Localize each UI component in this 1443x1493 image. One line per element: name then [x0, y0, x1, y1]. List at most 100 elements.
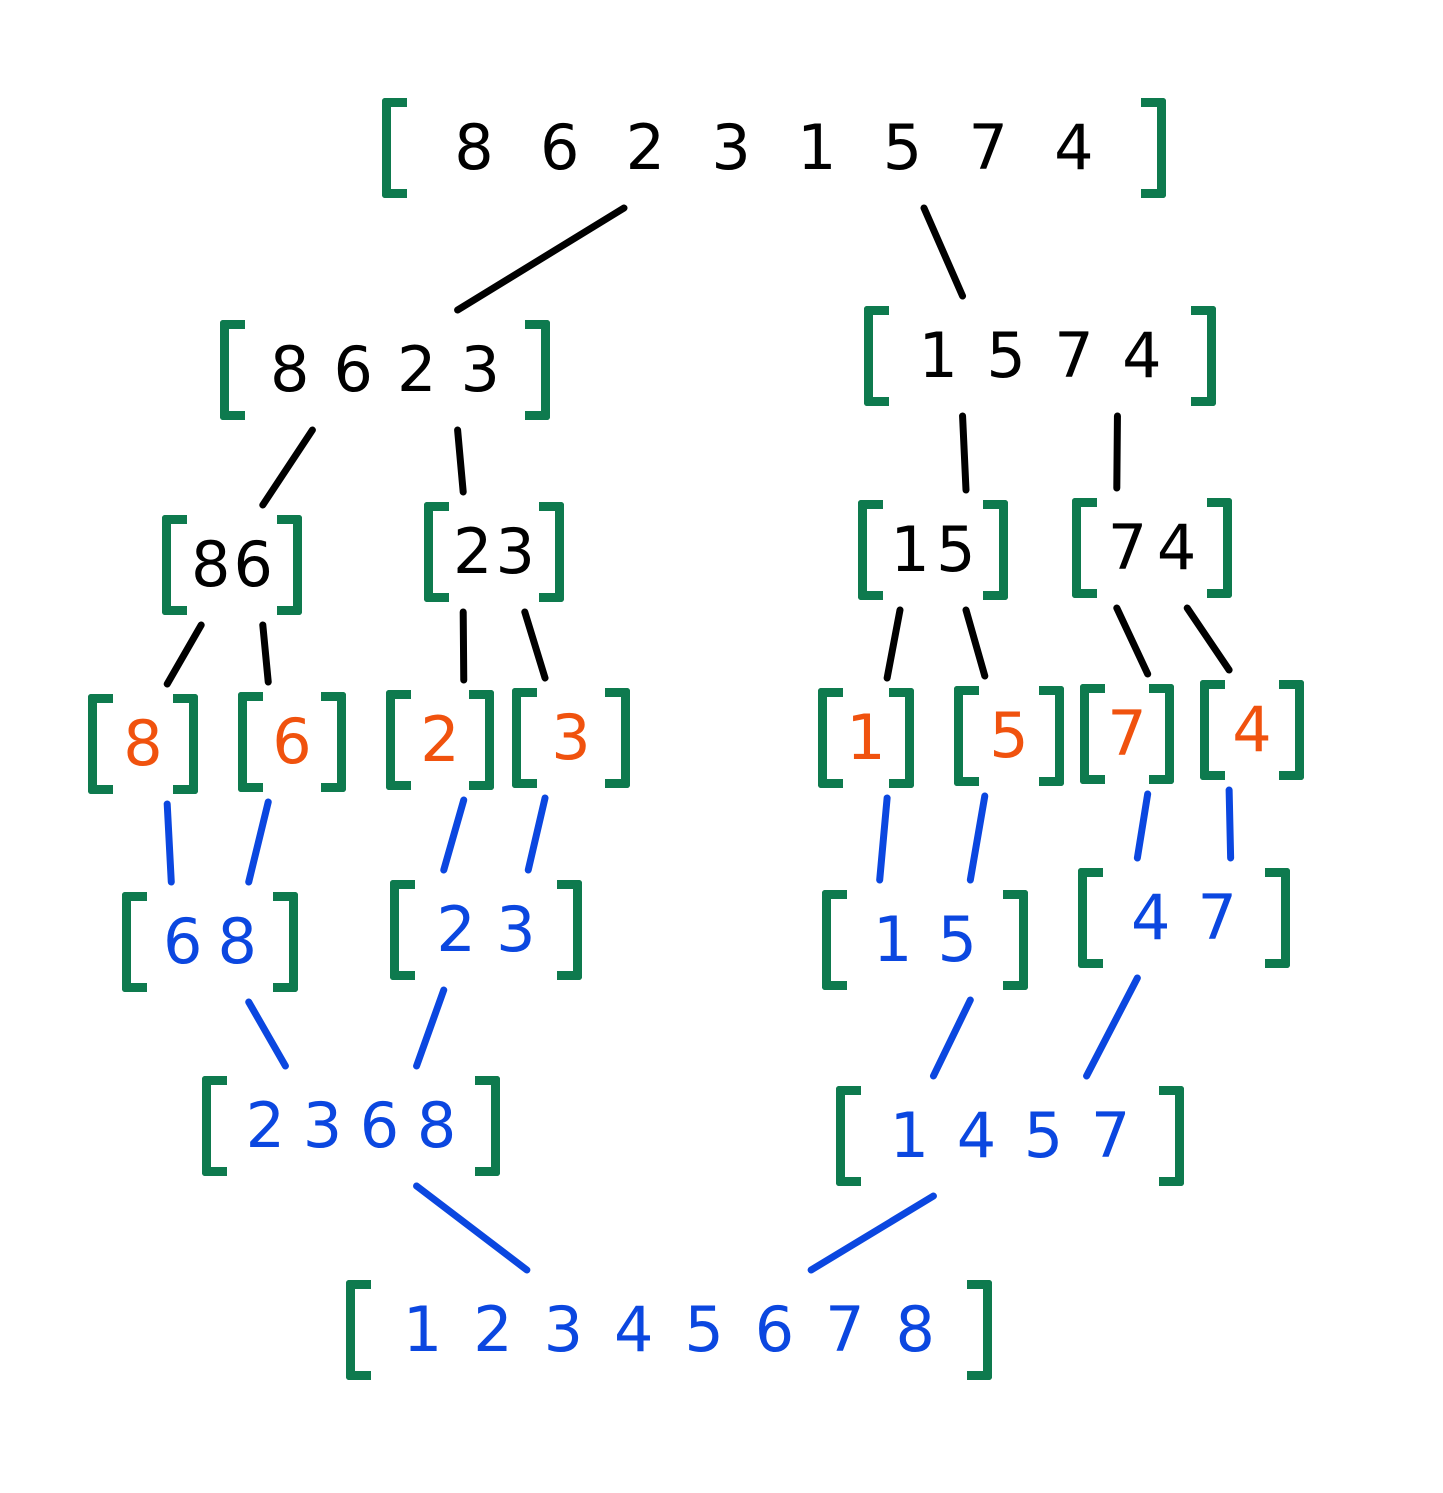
array-value: 6 — [233, 528, 273, 601]
array-value: 2 — [245, 1089, 286, 1162]
array-value: 5 — [936, 513, 976, 586]
right-bracket — [1039, 686, 1064, 786]
left-bracket — [162, 515, 187, 615]
array-value: 2 — [625, 111, 666, 184]
array-value: 2 — [397, 333, 437, 406]
edge-merge-2368-to-result — [413, 1182, 531, 1274]
left-bracket — [386, 690, 411, 790]
left-bracket — [512, 688, 537, 788]
array-values: 2368 — [202, 1095, 500, 1157]
edge-root-to-split-r — [920, 204, 967, 300]
left-bracket — [122, 892, 147, 992]
right-bracket — [277, 515, 302, 615]
array-value: 2 — [453, 515, 493, 588]
array-node-merge-23: 23 — [390, 880, 582, 980]
array-value: 7 — [1054, 319, 1094, 392]
array-value: 6 — [163, 905, 203, 978]
right-bracket — [1207, 498, 1232, 598]
array-node-leaf-4: 4 — [1200, 680, 1304, 780]
array-node-leaf-1: 1 — [818, 688, 914, 788]
array-value: 2 — [436, 893, 476, 966]
merge-sort-diagram: 8623157486231574862315748623157468231547… — [0, 0, 1443, 1493]
array-value: 4 — [614, 1293, 654, 1366]
left-bracket — [346, 1280, 371, 1380]
right-bracket — [321, 692, 346, 792]
array-node-merge-1457: 1457 — [836, 1086, 1184, 1186]
array-value: 5 — [882, 111, 923, 184]
array-value: 3 — [543, 1293, 584, 1366]
edge-split-rl-to-leaf-5 — [962, 606, 989, 680]
array-node-split-ll: 86 — [162, 515, 302, 615]
edge-split-rl-to-leaf-1 — [883, 606, 904, 682]
right-bracket — [1159, 1086, 1184, 1186]
array-value: 5 — [1023, 1099, 1064, 1172]
right-bracket — [557, 880, 582, 980]
array-node-split-lr: 23 — [424, 502, 564, 602]
left-bracket — [390, 880, 415, 980]
right-bracket — [525, 320, 550, 420]
array-value: 1 — [889, 1099, 930, 1172]
array-value: 4 — [956, 1099, 997, 1172]
right-bracket — [539, 502, 564, 602]
array-value: 7 — [825, 1293, 865, 1366]
array-value: 1 — [918, 319, 958, 392]
array-values: 1574 — [864, 325, 1216, 387]
left-bracket — [818, 688, 843, 788]
array-value: 3 — [496, 893, 536, 966]
edge-merge-1457-to-result — [807, 1192, 937, 1274]
edge-leaf-1-to-merge-15 — [876, 794, 891, 884]
edge-root-to-split-l — [454, 204, 628, 314]
array-value: 6 — [359, 1089, 400, 1162]
array-node-split-rl: 15 — [858, 500, 1008, 600]
left-bracket — [238, 692, 263, 792]
edge-leaf-3-to-merge-23 — [524, 794, 549, 874]
left-bracket — [836, 1086, 861, 1186]
edge-leaf-4-to-merge-47 — [1225, 786, 1235, 862]
array-value: 4 — [1131, 881, 1171, 954]
array-node-leaf-7: 7 — [1080, 684, 1174, 784]
right-bracket — [1003, 890, 1028, 990]
edge-split-ll-to-leaf-6 — [259, 621, 272, 686]
edge-split-l-to-split-ll — [259, 426, 316, 509]
array-node-merge-2368: 2368 — [202, 1076, 500, 1176]
right-bracket — [273, 892, 298, 992]
edge-split-r-to-split-rl — [959, 412, 970, 494]
edge-leaf-2-to-merge-23 — [440, 796, 468, 874]
edge-leaf-5-to-merge-15 — [966, 792, 989, 884]
left-bracket — [1080, 684, 1105, 784]
left-bracket — [202, 1076, 227, 1176]
right-bracket — [967, 1280, 992, 1380]
left-bracket — [88, 694, 113, 794]
array-value: 1 — [846, 701, 886, 774]
array-value: 6 — [754, 1293, 795, 1366]
array-value: 1 — [402, 1293, 443, 1366]
array-value: 6 — [333, 333, 373, 406]
left-bracket — [424, 502, 449, 602]
left-bracket — [858, 500, 883, 600]
left-bracket — [1200, 680, 1225, 780]
array-values: 23 — [390, 899, 582, 961]
array-value: 3 — [302, 1089, 343, 1162]
array-values: 1457 — [836, 1105, 1184, 1167]
array-value: 8 — [895, 1293, 935, 1366]
array-value: 7 — [1090, 1099, 1131, 1172]
array-value: 7 — [1107, 511, 1148, 584]
array-value: 6 — [272, 705, 312, 778]
array-value: 8 — [123, 707, 163, 780]
array-node-split-rr: 74 — [1072, 498, 1232, 598]
array-value: 7 — [1107, 697, 1147, 770]
right-bracket — [1265, 868, 1290, 968]
array-value: 2 — [420, 703, 460, 776]
right-bracket — [983, 500, 1008, 600]
array-value: 8 — [270, 333, 310, 406]
left-bracket — [822, 890, 847, 990]
left-bracket — [1072, 498, 1097, 598]
edge-split-rr-to-leaf-7 — [1113, 604, 1152, 678]
right-bracket — [889, 688, 914, 788]
right-bracket — [475, 1076, 500, 1176]
edge-merge-23-to-merge-2368 — [413, 986, 448, 1070]
array-node-merge-47: 47 — [1078, 868, 1290, 968]
array-value: 5 — [989, 699, 1029, 772]
left-bracket — [954, 686, 979, 786]
array-node-result: 12345678 — [346, 1280, 992, 1380]
